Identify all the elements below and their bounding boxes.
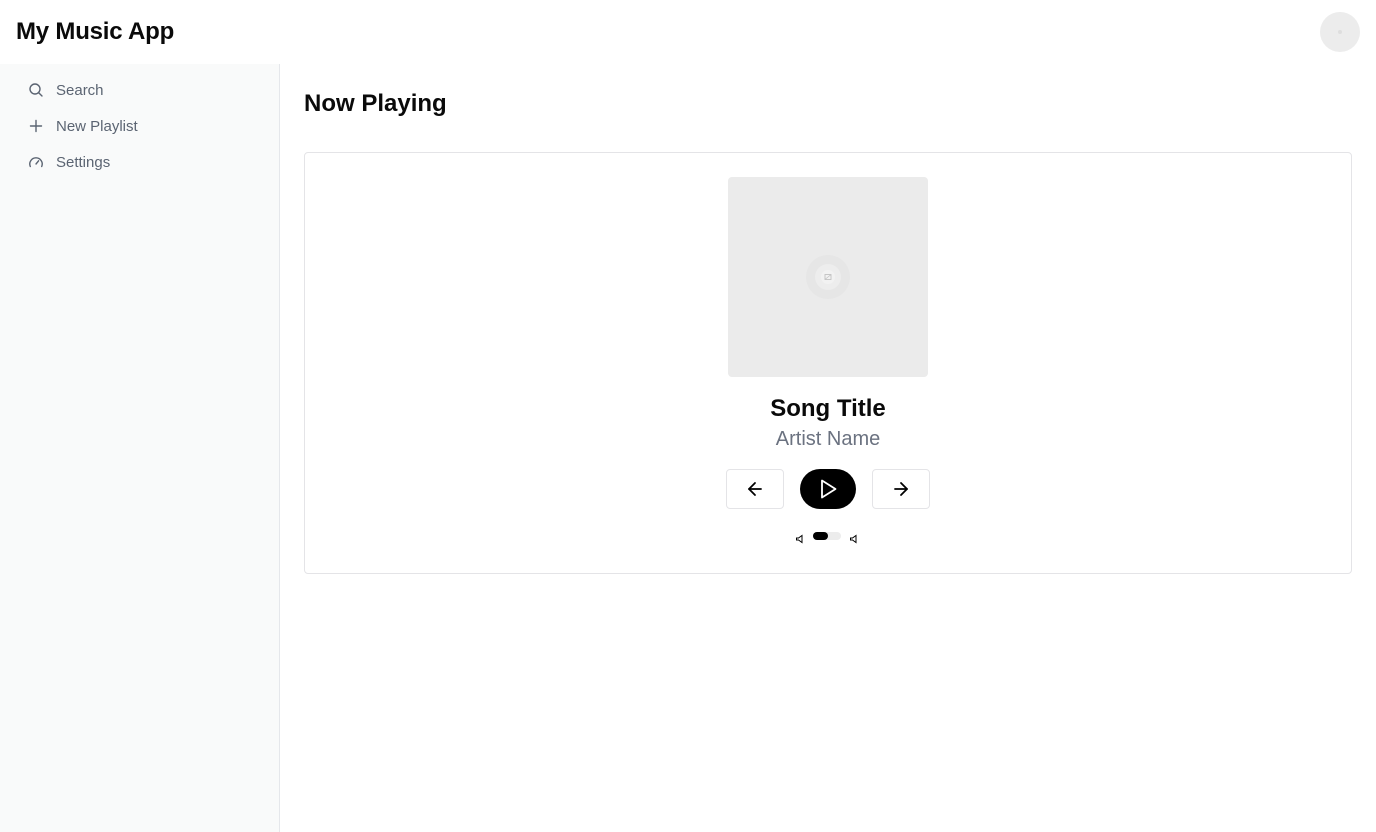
volume-level	[813, 532, 829, 540]
sidebar: Search New Playlist Settings	[0, 64, 280, 832]
volume-down-icon[interactable]	[795, 531, 805, 549]
main-content: Now Playing Song Title Artist Name	[280, 64, 1376, 832]
sidebar-item-label: Settings	[56, 153, 111, 171]
play-button[interactable]	[800, 469, 856, 509]
now-playing-card: Song Title Artist Name	[304, 152, 1352, 574]
play-icon	[821, 479, 837, 499]
sidebar-item-label: New Playlist	[56, 117, 138, 135]
plus-icon	[28, 118, 44, 134]
album-art	[728, 177, 928, 377]
sidebar-item-new-playlist[interactable]: New Playlist	[28, 114, 138, 138]
image-placeholder-icon	[806, 255, 850, 299]
arrow-right-icon	[894, 482, 908, 496]
search-icon	[28, 82, 44, 98]
sidebar-item-label: Search	[56, 81, 104, 99]
gauge-icon	[28, 154, 44, 170]
next-button[interactable]	[872, 469, 930, 509]
artist-name: Artist Name	[775, 428, 881, 450]
volume-slider[interactable]	[813, 532, 841, 540]
volume-control	[795, 529, 859, 544]
arrow-left-icon	[748, 482, 762, 496]
previous-button[interactable]	[726, 469, 784, 509]
sidebar-item-search[interactable]: Search	[28, 78, 104, 102]
avatar[interactable]	[1320, 12, 1360, 52]
sidebar-item-settings[interactable]: Settings	[28, 150, 110, 174]
volume-up-icon[interactable]	[849, 531, 859, 549]
song-title: Song Title	[770, 395, 886, 422]
app-title: My Music App	[16, 18, 175, 45]
page-title: Now Playing	[304, 90, 447, 117]
top-bar: My Music App	[0, 0, 1376, 64]
avatar-placeholder-icon	[1338, 30, 1342, 34]
